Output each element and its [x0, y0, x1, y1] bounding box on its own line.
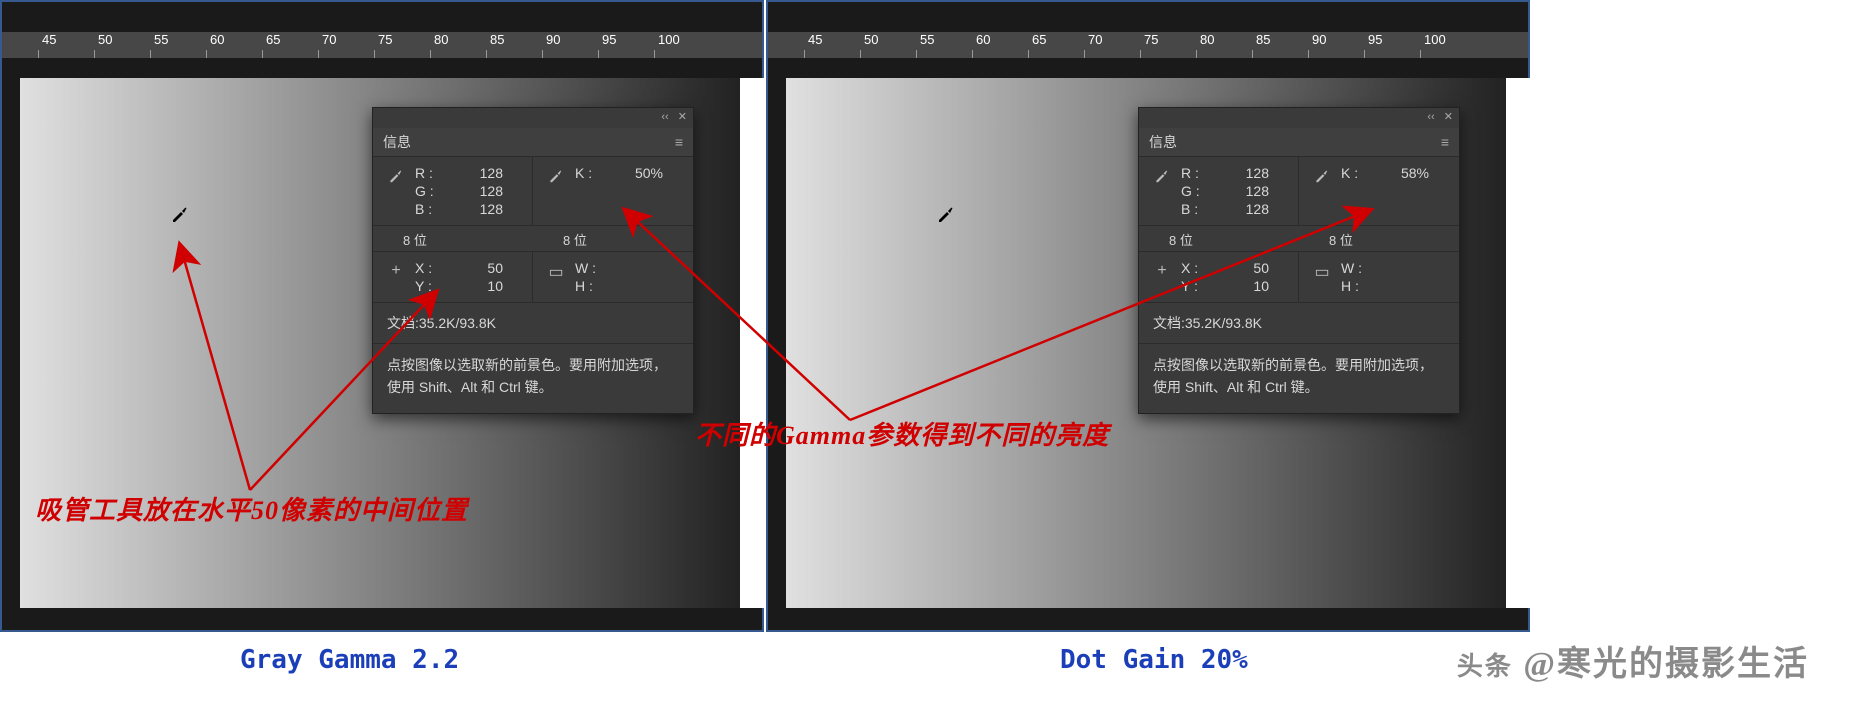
- rgb-readout: R :128 G :128 B :128: [1139, 157, 1299, 225]
- ruler-tick: 85: [1252, 32, 1308, 58]
- value-k: 50%: [619, 165, 663, 181]
- value-x: 50: [1225, 260, 1269, 276]
- value-b: 128: [459, 201, 503, 217]
- xy-readout: + X :50 Y :10: [1139, 252, 1299, 302]
- value-w: [619, 260, 663, 276]
- annotation-gamma: 不同的Gamma参数得到不同的亮度: [695, 415, 1109, 452]
- crop-icon: ▭: [1311, 260, 1333, 282]
- ruler-tick: 95: [1364, 32, 1420, 58]
- panel-menu-icon[interactable]: ≡: [675, 134, 683, 150]
- eyedropper-cursor-icon: [936, 203, 956, 223]
- ruler-tick: 65: [1028, 32, 1084, 58]
- ruler-tick: 45: [804, 32, 860, 58]
- collapse-icon[interactable]: ‹‹: [661, 111, 668, 123]
- ruler-tick: 95: [598, 32, 654, 58]
- ruler-tick: 90: [542, 32, 598, 58]
- ruler-tick: 85: [486, 32, 542, 58]
- value-b: 128: [1225, 201, 1269, 217]
- panel-tab-info[interactable]: 信息 ≡: [1139, 128, 1459, 157]
- ruler-horizontal: 404550556065707580859095100: [768, 32, 1528, 58]
- eyedropper-icon: [545, 165, 567, 188]
- bits-row: 8 位 8 位: [1139, 226, 1459, 252]
- panel-tab-info[interactable]: 信息 ≡: [373, 128, 693, 157]
- panel-menu-icon[interactable]: ≡: [1441, 134, 1449, 150]
- ruler-tick: 60: [972, 32, 1028, 58]
- bits-left: 8 位: [1139, 226, 1299, 251]
- k-readout: K :50%: [533, 157, 693, 225]
- ruler-tick: 45: [38, 32, 94, 58]
- watermark-prefix: 头条: [1457, 652, 1513, 681]
- value-y: 10: [1225, 278, 1269, 294]
- info-xy-wh-row: + X :50 Y :10 ▭ W : H :: [1139, 252, 1459, 303]
- wh-readout: ▭ W : H :: [533, 252, 693, 302]
- value-w: [1385, 260, 1429, 276]
- bits-row: 8 位 8 位: [373, 226, 693, 252]
- ruler-horizontal: 404550556065707580859095100: [2, 32, 762, 58]
- bits-left: 8 位: [373, 226, 533, 251]
- ruler-tick: 65: [262, 32, 318, 58]
- caption-left: Gray Gamma 2.2: [240, 645, 459, 675]
- value-h: [1385, 278, 1429, 294]
- rgb-readout: R :128 G :128 B :128: [373, 157, 533, 225]
- info-rgb-k-row: R :128 G :128 B :128 K :58%: [1139, 157, 1459, 226]
- value-k: 58%: [1385, 165, 1429, 181]
- crosshair-icon: +: [1151, 260, 1173, 280]
- ruler-tick: 55: [916, 32, 972, 58]
- panel-title: 信息: [1149, 132, 1177, 152]
- ruler-tick: 40: [768, 32, 804, 58]
- ruler-tick: 70: [318, 32, 374, 58]
- info-panel: ‹‹ ✕ 信息 ≡ R :128 G :128 B :128: [372, 107, 694, 414]
- doc-size: 文档:35.2K/93.8K: [373, 303, 693, 344]
- k-readout: K :58%: [1299, 157, 1459, 225]
- eyedropper-cursor-icon: [170, 203, 190, 223]
- ruler-tick: 100: [654, 32, 710, 58]
- info-rgb-k-row: R :128 G :128 B :128 K :50%: [373, 157, 693, 226]
- bits-right: 8 位: [1299, 226, 1459, 251]
- eyedropper-icon: [385, 165, 407, 188]
- bits-right: 8 位: [533, 226, 693, 251]
- ruler-tick: 100: [1420, 32, 1476, 58]
- value-y: 10: [459, 278, 503, 294]
- ruler-tick: 75: [374, 32, 430, 58]
- ruler-tick: 50: [860, 32, 916, 58]
- watermark-text: @寒光的摄影生活: [1523, 646, 1809, 683]
- info-xy-wh-row: + X :50 Y :10 ▭ W : H :: [373, 252, 693, 303]
- caption-right: Dot Gain 20%: [1060, 645, 1248, 675]
- ruler-tick: 40: [2, 32, 38, 58]
- editor-right-pane: 404550556065707580859095100 ‹‹ ✕ 信息 ≡ R …: [766, 0, 1530, 632]
- hint-text: 点按图像以选取新的前景色。要用附加选项，使用 Shift、Alt 和 Ctrl …: [373, 344, 693, 413]
- watermark: 头条 @寒光的摄影生活: [1457, 636, 1809, 685]
- ruler-tick: 50: [94, 32, 150, 58]
- ruler-tick: 55: [150, 32, 206, 58]
- info-panel: ‹‹ ✕ 信息 ≡ R :128 G :128 B :128: [1138, 107, 1460, 414]
- annotation-eyedropper: 吸管工具放在水平50像素的中间位置: [35, 490, 468, 527]
- wh-readout: ▭ W : H :: [1299, 252, 1459, 302]
- eyedropper-icon: [1311, 165, 1333, 188]
- eyedropper-icon: [1151, 165, 1173, 188]
- collapse-icon[interactable]: ‹‹: [1427, 111, 1434, 123]
- value-r: 128: [1225, 165, 1269, 181]
- panel-titlebar[interactable]: ‹‹ ✕: [373, 108, 693, 128]
- close-icon[interactable]: ✕: [1444, 111, 1453, 123]
- ruler-tick: 70: [1084, 32, 1140, 58]
- ruler-tick: 90: [1308, 32, 1364, 58]
- value-r: 128: [459, 165, 503, 181]
- ruler-tick: 80: [1196, 32, 1252, 58]
- panel-title: 信息: [383, 132, 411, 152]
- ruler-tick: 75: [1140, 32, 1196, 58]
- ruler-tick: 80: [430, 32, 486, 58]
- hint-text: 点按图像以选取新的前景色。要用附加选项，使用 Shift、Alt 和 Ctrl …: [1139, 344, 1459, 413]
- ruler-tick: 60: [206, 32, 262, 58]
- close-icon[interactable]: ✕: [678, 111, 687, 123]
- value-h: [619, 278, 663, 294]
- value-g: 128: [1225, 183, 1269, 199]
- doc-size: 文档:35.2K/93.8K: [1139, 303, 1459, 344]
- editor-left-pane: 404550556065707580859095100 ‹‹ ✕ 信息 ≡ R …: [0, 0, 764, 632]
- value-g: 128: [459, 183, 503, 199]
- xy-readout: + X :50 Y :10: [373, 252, 533, 302]
- crosshair-icon: +: [385, 260, 407, 280]
- crop-icon: ▭: [545, 260, 567, 282]
- panel-titlebar[interactable]: ‹‹ ✕: [1139, 108, 1459, 128]
- value-x: 50: [459, 260, 503, 276]
